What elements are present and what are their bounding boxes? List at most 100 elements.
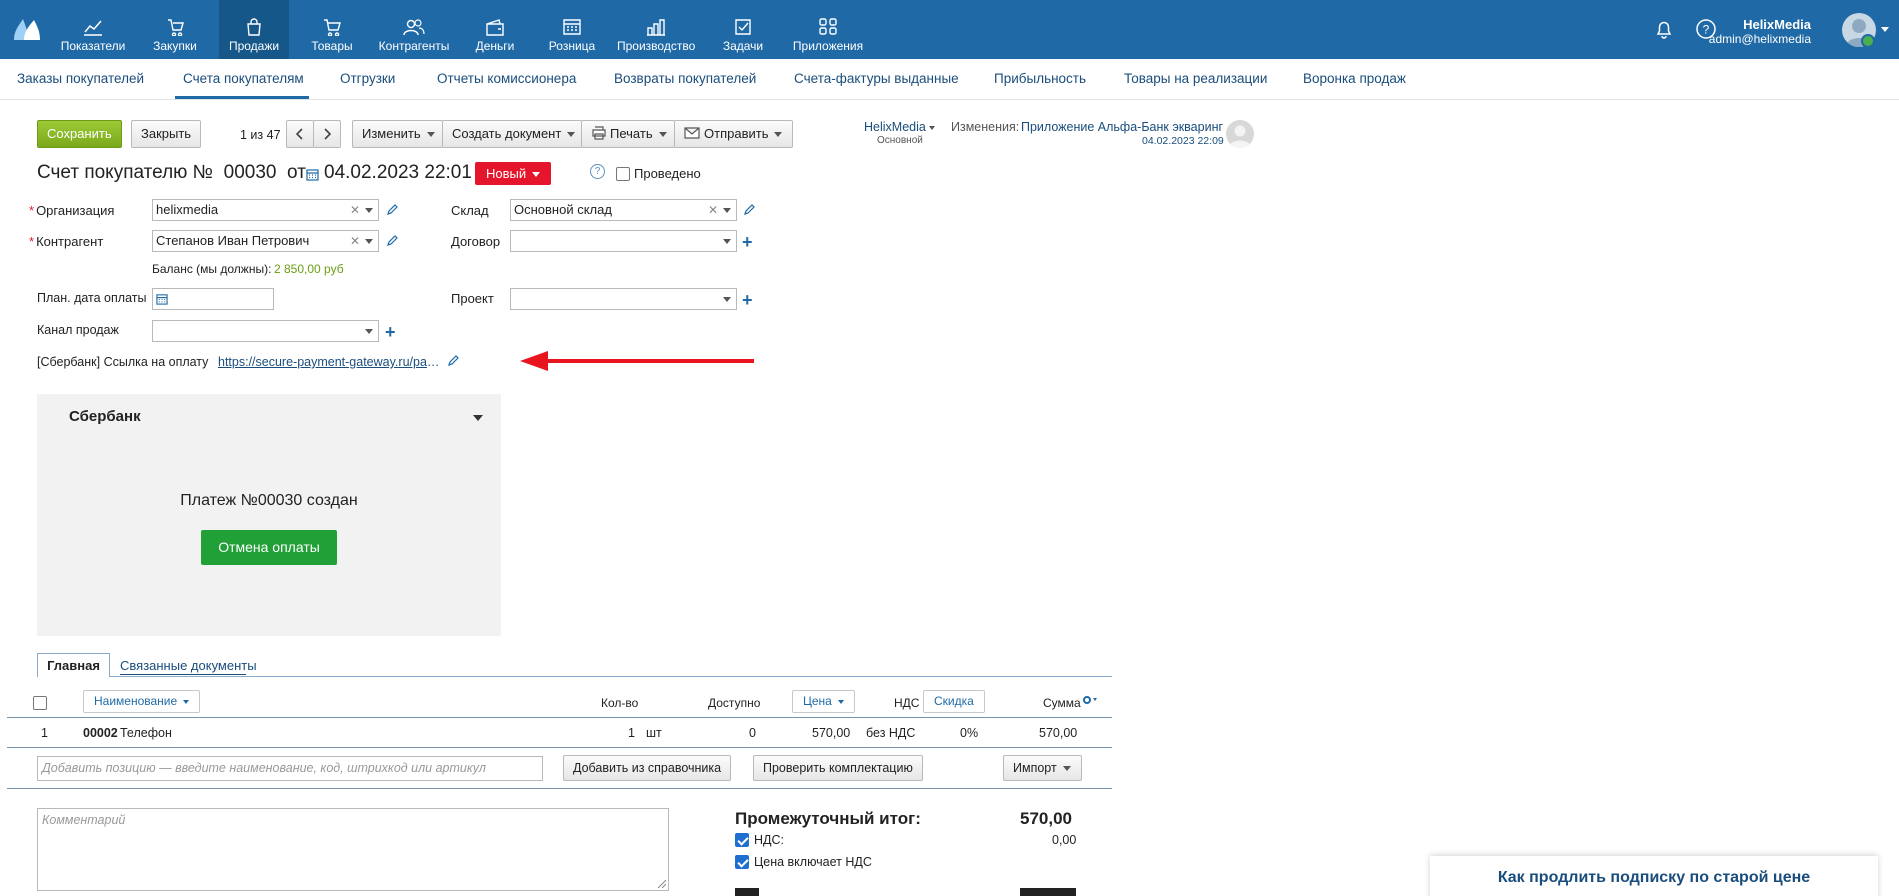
clear-icon[interactable]: ✕ bbox=[708, 200, 718, 220]
warehouse-value: Основной склад bbox=[514, 202, 612, 217]
subnav-customer-returns[interactable]: Возвраты покупателей bbox=[614, 71, 756, 86]
row-name[interactable]: Телефон bbox=[120, 726, 172, 740]
row-price[interactable]: 570,00 bbox=[812, 726, 850, 740]
clear-icon[interactable]: ✕ bbox=[350, 231, 360, 251]
pencil-icon[interactable] bbox=[386, 204, 398, 216]
chevron-down-icon[interactable] bbox=[723, 208, 731, 213]
nav-item-purchases[interactable]: Закупки bbox=[143, 0, 207, 59]
next-button[interactable] bbox=[313, 120, 341, 148]
app-logo-icon[interactable] bbox=[12, 16, 42, 42]
add-sales-channel-button[interactable]: + bbox=[385, 323, 396, 341]
prev-button[interactable] bbox=[286, 120, 314, 148]
add-from-catalog-button[interactable]: Добавить из справочника bbox=[563, 755, 732, 781]
price-includes-vat-checkbox[interactable] bbox=[735, 855, 749, 869]
doc-date[interactable]: 04.02.2023 22:01 bbox=[324, 162, 472, 184]
price-includes-vat-label: Цена включает НДС bbox=[754, 855, 872, 869]
subnav-invoices-issued[interactable]: Счета-фактуры выданные bbox=[794, 71, 959, 86]
check-set-button[interactable]: Проверить комплектацию bbox=[753, 755, 923, 781]
select-all-checkbox[interactable] bbox=[33, 696, 47, 710]
subnav-sales-funnel[interactable]: Воронка продаж bbox=[1303, 71, 1406, 86]
chevron-down-icon[interactable] bbox=[723, 239, 731, 244]
vat-checkbox[interactable] bbox=[735, 833, 749, 847]
add-project-button[interactable]: + bbox=[742, 291, 753, 309]
nav-item-label: Деньги bbox=[475, 39, 515, 53]
pencil-icon[interactable] bbox=[386, 235, 398, 247]
row-discount[interactable]: 0% bbox=[960, 726, 978, 740]
subnav-profitability[interactable]: Прибыльность bbox=[994, 71, 1086, 86]
nav-item-sales[interactable]: Продажи bbox=[219, 0, 289, 59]
import-dropdown[interactable]: Импорт bbox=[1003, 755, 1082, 781]
add-position-input[interactable]: Добавить позицию — введите наименование,… bbox=[37, 756, 543, 781]
nav-item-apps[interactable]: Приложения bbox=[789, 0, 867, 59]
clear-icon[interactable]: ✕ bbox=[350, 200, 360, 220]
resize-handle-icon[interactable] bbox=[655, 877, 667, 889]
payment-link[interactable]: https://secure-payment-gateway.ru/pay... bbox=[218, 355, 440, 369]
subnav-shipments[interactable]: Отгрузки bbox=[340, 71, 395, 86]
discount-column-button[interactable]: Скидка bbox=[923, 690, 985, 713]
pencil-icon[interactable] bbox=[743, 204, 755, 216]
title-from: от bbox=[287, 162, 306, 183]
bell-icon[interactable] bbox=[1653, 18, 1675, 40]
counterparty-select[interactable]: Степанов Иван Петрович ✕ bbox=[152, 230, 379, 252]
warehouse-select[interactable]: Основной склад ✕ bbox=[510, 199, 737, 221]
row-qty[interactable]: 1 bbox=[628, 726, 635, 740]
comment-textarea[interactable]: Комментарий bbox=[37, 808, 669, 891]
chevron-down-icon[interactable] bbox=[473, 415, 483, 421]
organization-select[interactable]: helixmedia ✕ bbox=[152, 199, 379, 221]
calendar-icon[interactable] bbox=[156, 293, 168, 305]
pencil-icon[interactable] bbox=[447, 355, 459, 367]
close-button[interactable]: Закрыть bbox=[131, 120, 202, 148]
chevron-down-icon bbox=[774, 132, 783, 138]
price-column-sort[interactable]: Цена bbox=[792, 690, 855, 713]
nav-item-retail[interactable]: Розница bbox=[537, 0, 607, 59]
nav-item-tasks[interactable]: Задачи bbox=[717, 0, 769, 59]
edit-label: Изменить bbox=[362, 126, 421, 141]
nav-item-money[interactable]: Деньги bbox=[465, 0, 525, 59]
subscription-promo-banner[interactable]: Как продлить подписку по старой цене bbox=[1430, 856, 1878, 896]
nav-item-dashboard[interactable]: Показатели bbox=[55, 0, 131, 59]
send-dropdown[interactable]: Отправить bbox=[674, 120, 793, 148]
chevron-down-icon[interactable] bbox=[365, 208, 373, 213]
doc-number[interactable]: 00030 bbox=[224, 162, 277, 183]
subnav-customer-orders[interactable]: Заказы покупателей bbox=[17, 71, 144, 86]
owner-name[interactable]: HelixMedia bbox=[864, 120, 926, 134]
help-icon[interactable]: ? bbox=[590, 164, 605, 179]
changes-author[interactable]: Приложение Альфа-Банк экваринг bbox=[1021, 120, 1223, 134]
active-tab-underline bbox=[175, 96, 309, 99]
chevron-down-icon[interactable] bbox=[1881, 27, 1889, 32]
sales-channel-select[interactable] bbox=[152, 320, 379, 342]
status-dropdown[interactable]: Новый bbox=[475, 162, 551, 185]
nav-item-label: Продажи bbox=[228, 39, 280, 53]
sum-header: Сумма bbox=[1043, 696, 1081, 710]
nav-item-goods[interactable]: Товары bbox=[301, 0, 363, 59]
calendar-icon[interactable] bbox=[306, 168, 319, 181]
chevron-down-icon[interactable] bbox=[929, 126, 935, 130]
name-column-sort[interactable]: Наименование bbox=[83, 690, 201, 713]
chevron-left-icon bbox=[295, 128, 303, 140]
create-document-dropdown[interactable]: Создать документ bbox=[442, 120, 582, 148]
factory-icon bbox=[647, 19, 665, 36]
posted-checkbox[interactable] bbox=[616, 167, 630, 181]
subnav-consignment-goods[interactable]: Товары на реализации bbox=[1124, 71, 1267, 86]
row-sum: 570,00 bbox=[1039, 726, 1078, 740]
nav-item-production[interactable]: Производство bbox=[617, 0, 695, 59]
add-contract-button[interactable]: + bbox=[742, 233, 753, 251]
gear-icon[interactable] bbox=[1082, 695, 1100, 705]
chevron-down-icon[interactable] bbox=[365, 239, 373, 244]
print-dropdown[interactable]: Печать bbox=[581, 120, 675, 148]
tab-main[interactable]: Главная bbox=[37, 653, 110, 677]
nav-item-counterparties[interactable]: Контрагенты bbox=[375, 0, 453, 59]
contract-select[interactable] bbox=[510, 230, 737, 252]
tab-related-documents[interactable]: Связанные документы bbox=[120, 658, 257, 673]
pay-date-input[interactable] bbox=[152, 288, 274, 310]
subnav-commission-reports[interactable]: Отчеты комиссионера bbox=[437, 71, 576, 86]
user-info[interactable]: HelixMedia admin@helixmedia bbox=[1709, 18, 1811, 47]
project-select[interactable] bbox=[510, 288, 737, 310]
subnav-customer-invoices[interactable]: Счета покупателям bbox=[183, 71, 304, 86]
edit-dropdown[interactable]: Изменить bbox=[352, 120, 443, 148]
save-button[interactable]: Сохранить bbox=[37, 120, 122, 148]
row-vat[interactable]: без НДС bbox=[866, 726, 915, 740]
chevron-down-icon[interactable] bbox=[723, 297, 731, 302]
cancel-payment-button[interactable]: Отмена оплаты bbox=[201, 530, 337, 565]
chevron-down-icon[interactable] bbox=[365, 329, 373, 334]
